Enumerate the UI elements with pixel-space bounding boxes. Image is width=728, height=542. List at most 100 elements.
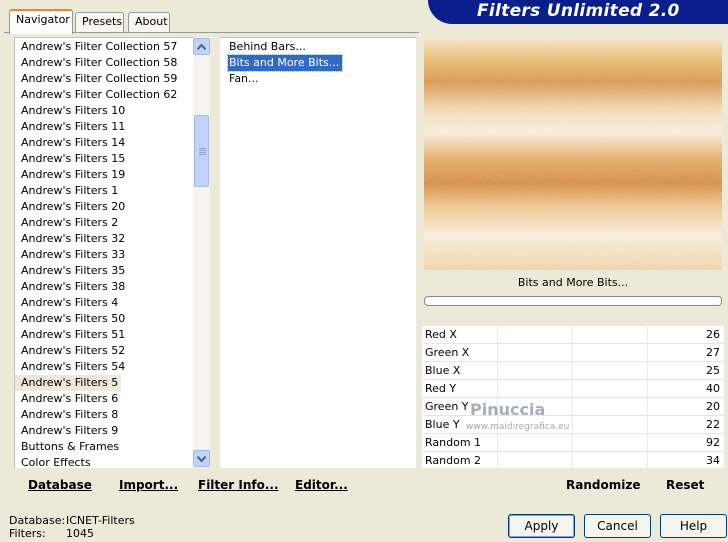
filters-label: Filters: bbox=[9, 527, 46, 540]
selected-filter-name: Bits and More Bits... bbox=[517, 276, 629, 289]
category-item[interactable]: Andrew's Filters 2 bbox=[15, 215, 121, 231]
slider-tick bbox=[497, 362, 498, 380]
param-label: Green X bbox=[425, 346, 470, 359]
category-item[interactable]: Andrew's Filters 32 bbox=[15, 231, 128, 247]
filter-info-button[interactable]: Filter Info... bbox=[198, 478, 279, 492]
category-item[interactable]: Andrew's Filters 14 bbox=[15, 135, 128, 151]
watermark-text: Pinuccia bbox=[470, 400, 546, 419]
chevron-up-icon bbox=[197, 43, 206, 50]
slider-tick bbox=[647, 398, 648, 416]
category-item[interactable]: Andrew's Filters 38 bbox=[15, 279, 128, 295]
filters-count: 1045 bbox=[66, 527, 94, 540]
param-slider-row[interactable]: Green Y 20 bbox=[422, 398, 724, 416]
category-item[interactable]: Andrew's Filter Collection 57 bbox=[15, 39, 180, 55]
param-value: 40 bbox=[706, 382, 720, 395]
category-item[interactable]: Andrew's Filters 15 bbox=[15, 151, 128, 167]
slider-tick bbox=[647, 452, 648, 470]
apply-button[interactable]: Apply bbox=[508, 514, 575, 538]
slider-tick bbox=[497, 344, 498, 362]
slider-tick bbox=[647, 344, 648, 362]
param-label: Blue Y bbox=[425, 418, 460, 431]
progress-bar bbox=[424, 296, 722, 306]
slider-tick bbox=[497, 380, 498, 398]
param-label: Red Y bbox=[425, 382, 457, 395]
category-item[interactable]: Andrew's Filter Collection 59 bbox=[15, 71, 180, 87]
category-item[interactable]: Andrew's Filters 54 bbox=[15, 359, 128, 375]
category-item[interactable]: Andrew's Filters 8 bbox=[15, 407, 121, 423]
category-item[interactable]: Andrew's Filters 52 bbox=[15, 343, 128, 359]
tab-about[interactable]: About bbox=[128, 12, 170, 32]
param-slider-row[interactable]: Red X 26 bbox=[422, 326, 724, 344]
editor-button[interactable]: Editor... bbox=[295, 478, 348, 492]
slider-tick bbox=[572, 452, 573, 470]
param-value: 92 bbox=[706, 436, 720, 449]
import-button[interactable]: Import... bbox=[119, 478, 178, 492]
category-item[interactable]: Andrew's Filters 1 bbox=[15, 183, 121, 199]
category-item[interactable]: Andrew's Filters 35 bbox=[15, 263, 128, 279]
category-item[interactable]: Buttons & Frames bbox=[15, 439, 122, 455]
category-scrollbar[interactable] bbox=[193, 37, 210, 468]
slider-tick bbox=[497, 452, 498, 470]
category-item[interactable]: Andrew's Filters 51 bbox=[15, 327, 128, 343]
slider-tick bbox=[647, 380, 648, 398]
category-item[interactable]: Andrew's Filters 9 bbox=[15, 423, 121, 439]
tab-navigator[interactable]: Navigator bbox=[9, 9, 73, 34]
param-value: 26 bbox=[706, 328, 720, 341]
help-button[interactable]: Help bbox=[660, 514, 727, 538]
scroll-thumb[interactable] bbox=[194, 115, 209, 187]
slider-tick bbox=[647, 434, 648, 452]
filter-item[interactable]: Behind Bars... bbox=[228, 39, 309, 55]
param-label: Blue X bbox=[425, 364, 461, 377]
category-item[interactable]: Andrew's Filters 10 bbox=[15, 103, 128, 119]
database-label: Database: bbox=[9, 514, 66, 527]
chevron-down-icon bbox=[197, 455, 206, 462]
preview-image bbox=[424, 40, 722, 270]
category-item[interactable]: Color Effects bbox=[15, 455, 94, 471]
category-item[interactable]: Andrew's Filter Collection 62 bbox=[15, 87, 180, 103]
category-item[interactable]: Andrew's Filters 50 bbox=[15, 311, 128, 327]
slider-tick bbox=[647, 362, 648, 380]
param-slider-row[interactable]: Green X 27 bbox=[422, 344, 724, 362]
param-label: Red X bbox=[425, 328, 457, 341]
reset-button[interactable]: Reset bbox=[666, 478, 704, 492]
category-item[interactable]: Andrew's Filters 20 bbox=[15, 199, 128, 215]
slider-tick bbox=[572, 326, 573, 344]
slider-tick bbox=[572, 416, 573, 434]
category-item[interactable]: Andrew's Filters 5 bbox=[15, 375, 122, 391]
param-slider-row[interactable]: Red Y 40 bbox=[422, 380, 724, 398]
database-value: ICNET-Filters bbox=[66, 514, 135, 527]
slider-tick bbox=[497, 434, 498, 452]
category-item[interactable]: Andrew's Filters 19 bbox=[15, 167, 128, 183]
param-slider-row[interactable]: Blue X 25 bbox=[422, 362, 724, 380]
filter-list[interactable]: Behind Bars... Bits and More Bits... Fan..… bbox=[220, 37, 416, 468]
category-list[interactable]: Andrew's Filter Collection 57 Andrew's Fi… bbox=[14, 37, 193, 471]
category-item[interactable]: Andrew's Filter Collection 58 bbox=[15, 55, 180, 71]
app-title: Filters Unlimited 2.0 bbox=[477, 1, 680, 21]
param-value: 34 bbox=[706, 454, 720, 467]
param-slider-row[interactable]: Random 2 34 bbox=[422, 452, 724, 470]
watermark-url: www.maidiregrafica.eu bbox=[466, 422, 570, 432]
scroll-up-button[interactable] bbox=[193, 38, 210, 55]
filter-item[interactable]: Bits and More Bits... bbox=[226, 54, 344, 72]
param-slider-row[interactable]: Random 1 92 bbox=[422, 434, 724, 452]
category-item[interactable]: Andrew's Filters 33 bbox=[15, 247, 128, 263]
slider-tick bbox=[572, 398, 573, 416]
category-item[interactable]: Andrew's Filters 11 bbox=[15, 119, 128, 135]
tab-presets[interactable]: Presets bbox=[75, 12, 124, 32]
slider-tick bbox=[572, 344, 573, 362]
param-label: Random 1 bbox=[425, 436, 482, 449]
category-item[interactable]: Andrew's Filters 6 bbox=[15, 391, 121, 407]
param-value: 27 bbox=[706, 346, 720, 359]
param-value: 20 bbox=[706, 400, 720, 413]
slider-tick bbox=[572, 380, 573, 398]
param-label: Green Y bbox=[425, 400, 469, 413]
param-label: Random 2 bbox=[425, 454, 482, 467]
database-button[interactable]: Database bbox=[28, 478, 92, 492]
cancel-button[interactable]: Cancel bbox=[584, 514, 651, 538]
scroll-down-button[interactable] bbox=[193, 450, 210, 467]
slider-tick bbox=[647, 416, 648, 434]
parameter-sliders[interactable]: Red X 26 Green X 27 Blue X 25 Red Y 40 Green Y 20… bbox=[422, 326, 724, 470]
filter-item[interactable]: Fan... bbox=[228, 71, 262, 87]
category-item[interactable]: Andrew's Filters 4 bbox=[15, 295, 121, 311]
randomize-button[interactable]: Randomize bbox=[566, 478, 640, 492]
